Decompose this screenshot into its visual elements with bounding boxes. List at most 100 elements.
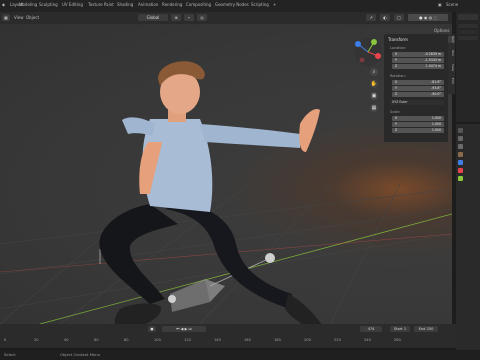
navigation-gizmo[interactable] xyxy=(354,38,382,66)
outliner-row[interactable] xyxy=(458,30,478,34)
gizmo-toggle-icon[interactable]: ↗ xyxy=(366,14,376,21)
tab-rendering[interactable]: Rendering xyxy=(162,2,182,7)
playback-controls[interactable]: ⏮ ◀ ▶ ⏭ xyxy=(162,326,206,332)
field-value: -0.2839 m xyxy=(424,52,441,56)
workspace-tabs-bar: ◈ Layout Modeling Sculpting UV Editing T… xyxy=(0,0,480,12)
scale-y-field[interactable]: Y 1.000 xyxy=(392,122,444,127)
tool-properties-icon[interactable] xyxy=(458,128,463,133)
current-frame-field[interactable]: 474 xyxy=(360,326,382,332)
field-value: -1.5343 m xyxy=(424,58,441,62)
blender-logo-icon[interactable]: ◈ xyxy=(2,2,5,7)
material-properties-icon[interactable] xyxy=(458,168,463,173)
transform-title[interactable]: Transform xyxy=(388,37,408,42)
current-frame-value: 474 xyxy=(367,327,375,331)
rig-sphere-handle[interactable] xyxy=(265,253,275,263)
gizmo-neg-x[interactable] xyxy=(359,57,365,63)
keyframe-icon[interactable]: ● xyxy=(148,326,156,332)
end-frame-field[interactable]: End 250 xyxy=(414,326,438,332)
zoom-icon[interactable]: ⌕ xyxy=(370,68,378,76)
scale-z-field[interactable]: Z 1.000 xyxy=(392,128,444,133)
character-right-hand xyxy=(299,108,320,152)
sidebar-tab-item[interactable]: Item xyxy=(448,36,455,43)
orientation-value: Global xyxy=(146,15,160,20)
scale-x-field[interactable]: X 1.000 xyxy=(392,116,444,121)
outliner-row[interactable] xyxy=(458,24,478,28)
output-properties-icon[interactable] xyxy=(458,144,463,149)
tab-geometry-nodes[interactable]: Geometry Nodes xyxy=(215,2,249,7)
properties-panel[interactable] xyxy=(456,124,480,360)
snap-icon[interactable]: ⌁ xyxy=(184,14,194,21)
scene-icon[interactable]: ▣ xyxy=(438,2,442,7)
axis-label: Y xyxy=(395,58,397,62)
xray-toggle-icon[interactable]: ▢ xyxy=(394,14,404,21)
axis-label: X xyxy=(395,80,398,84)
tab-modeling[interactable]: Modeling xyxy=(19,2,37,7)
rotation-y-field[interactable]: Y -93.8° xyxy=(392,86,444,91)
gizmo-z-axis[interactable] xyxy=(355,41,361,47)
tab-uv-editing[interactable]: UV Editing xyxy=(62,2,83,7)
frame-tick: 180 xyxy=(274,338,281,342)
axis-label: Y xyxy=(395,122,397,126)
rotation-x-field[interactable]: X -81.6° xyxy=(392,80,444,85)
frame-tick: 40 xyxy=(64,338,69,342)
editor-type-icon[interactable]: ▦ xyxy=(2,14,10,21)
rig-sphere-handle-2[interactable] xyxy=(168,295,176,303)
proportional-edit-icon[interactable]: ◎ xyxy=(197,14,207,21)
pivot-icon[interactable]: ⊕ xyxy=(171,14,181,21)
outliner-row[interactable] xyxy=(458,36,478,40)
outliner-panel[interactable] xyxy=(456,12,480,122)
frame-tick: 60 xyxy=(94,338,99,342)
add-workspace-button[interactable]: + xyxy=(273,2,276,7)
pan-hand-icon[interactable]: ✋ xyxy=(370,80,378,88)
location-x-field[interactable]: X -0.2839 m xyxy=(392,52,444,57)
options-dropdown[interactable]: Options xyxy=(434,28,449,33)
sidebar-tab-tool[interactable]: Tool xyxy=(448,50,455,56)
orientation-dropdown[interactable]: Global xyxy=(138,14,168,21)
frame-tick: 20 xyxy=(34,338,39,342)
menu-object[interactable]: Object xyxy=(26,15,39,20)
object-properties-icon[interactable] xyxy=(458,152,463,157)
projection-toggle-icon[interactable]: ▦ xyxy=(370,104,378,112)
timeline-editor[interactable]: ● ⏮ ◀ ▶ ⏭ 474 Start 1 End 250 0 20 40 60… xyxy=(0,324,456,348)
status-select-hint: Select xyxy=(4,352,16,357)
end-value: 250 xyxy=(426,327,434,331)
sidebar-transform-panel: Transform Location: X -0.2839 m Y -1.5343 … xyxy=(384,34,448,142)
data-properties-icon[interactable] xyxy=(458,176,463,181)
scene-label[interactable]: Scene xyxy=(446,2,458,7)
tab-texture-paint[interactable]: Texture Paint xyxy=(88,2,114,7)
location-z-field[interactable]: Z 1.0474 m xyxy=(392,64,444,69)
frame-tick: 160 xyxy=(244,338,251,342)
menu-view[interactable]: View xyxy=(14,15,24,20)
shading-mode-buttons[interactable]: ● ◉ ◍ ◌ xyxy=(408,14,448,21)
character-right-shoe xyxy=(285,294,322,324)
tab-sculpting[interactable]: Sculpting xyxy=(39,2,58,7)
gizmo-y-axis[interactable] xyxy=(371,39,377,45)
status-bar: Select Object Context Menu xyxy=(0,350,480,360)
rotation-mode-dropdown[interactable]: XYZ Euler xyxy=(390,100,444,105)
character-left-shoe xyxy=(114,303,161,324)
tab-scripting[interactable]: Scripting xyxy=(251,2,269,7)
axis-label: Z xyxy=(395,128,398,132)
render-properties-icon[interactable] xyxy=(458,136,463,141)
field-value: -81.6° xyxy=(431,80,441,84)
sidebar-tab-view[interactable]: View xyxy=(448,64,455,71)
frame-tick: 140 xyxy=(214,338,221,342)
tab-compositing[interactable]: Compositing xyxy=(186,2,211,7)
sidebar-tab-edit[interactable]: Edit xyxy=(448,78,455,84)
overlay-toggle-icon[interactable]: ◐ xyxy=(380,14,390,21)
frame-tick: 220 xyxy=(334,338,341,342)
modifier-properties-icon[interactable] xyxy=(458,160,463,165)
rotation-z-field[interactable]: Z -90.0° xyxy=(392,92,444,97)
viewport-header: ▦ View Object Global ⊕ ⌁ ◎ ↗ ◐ ▢ ● ◉ ◍ ◌ xyxy=(0,12,452,24)
tab-shading[interactable]: Shading xyxy=(117,2,133,7)
sidebar-tabs: Item Tool View Edit xyxy=(448,34,455,94)
start-frame-field[interactable]: Start 1 xyxy=(390,326,410,332)
tab-animation[interactable]: Animation xyxy=(138,2,158,7)
outliner-filter[interactable] xyxy=(458,14,478,20)
location-y-field[interactable]: Y -1.5343 m xyxy=(392,58,444,63)
frame-tick: 100 xyxy=(154,338,161,342)
field-value: 1.000 xyxy=(431,128,441,132)
camera-view-icon[interactable]: ▣ xyxy=(370,92,378,100)
frame-tick: 120 xyxy=(184,338,191,342)
gizmo-x-axis[interactable] xyxy=(375,53,381,59)
